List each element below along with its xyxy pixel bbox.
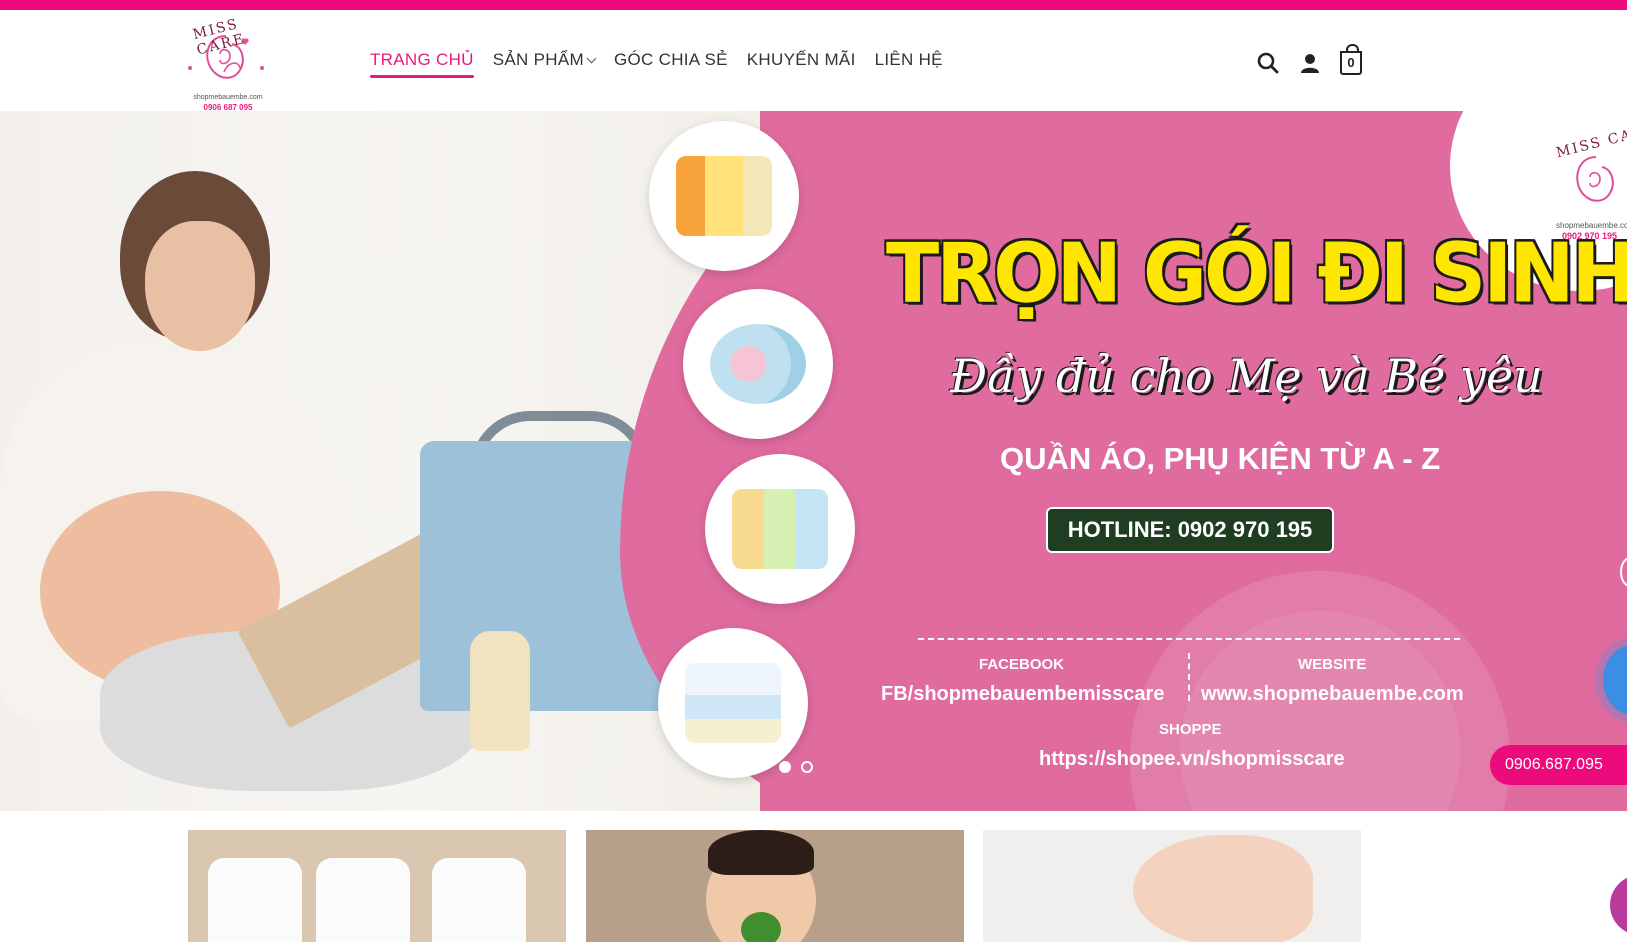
site-header: MISS CARE shopmebauembe.com 0906 687 095… bbox=[0, 10, 1627, 114]
shirt-image-2 bbox=[316, 858, 410, 942]
towels-image bbox=[732, 489, 828, 569]
user-icon bbox=[1301, 54, 1319, 73]
product-circle-clothes bbox=[658, 628, 808, 778]
clothes-image bbox=[685, 663, 781, 743]
shopee-label: SHOPPE bbox=[1159, 721, 1222, 738]
nav-item-contact[interactable]: LIÊN HỆ bbox=[875, 50, 943, 78]
cart-count: 0 bbox=[1347, 55, 1355, 70]
product-circle-bottles bbox=[649, 121, 799, 271]
hero-title: TRỌN GÓI ĐI SINH bbox=[886, 226, 1627, 322]
facebook-value: FB/shopmebauembemisscare bbox=[881, 683, 1165, 705]
shopee-value: https://shopee.vn/shopmisscare bbox=[1039, 748, 1345, 770]
bottles-image bbox=[676, 156, 772, 236]
site-logo[interactable]: MISS CARE shopmebauembe.com 0906 687 095 bbox=[184, 14, 268, 114]
category-card-baby[interactable] bbox=[586, 830, 964, 942]
nav-item-promotions[interactable]: KHUYẾN MÃI bbox=[747, 50, 856, 78]
chevron-down-icon bbox=[586, 53, 597, 64]
product-circle-towels bbox=[705, 454, 855, 604]
hotline-badge: HOTLINE: 0902 970 195 bbox=[1046, 507, 1334, 553]
baby-hair-image bbox=[708, 830, 814, 875]
shirt-image-3 bbox=[432, 858, 526, 942]
slider-dots bbox=[779, 761, 813, 773]
slider-next-arrow[interactable] bbox=[1620, 557, 1627, 587]
socks-image bbox=[710, 324, 806, 404]
account-button[interactable] bbox=[1298, 51, 1322, 75]
hero-slider: MISS CARE shopmebauembe.com 0902 970 195… bbox=[0, 111, 1627, 811]
main-nav: TRANG CHỦ SẢN PHẨM GÓC CHIA SẺ KHUYẾN MÃ… bbox=[370, 50, 962, 78]
cart-button[interactable]: 0 bbox=[1340, 44, 1362, 75]
hero-subtitle: Đầy đủ cho Mẹ và Bé yêu bbox=[950, 349, 1543, 403]
shirt-image-1 bbox=[208, 858, 302, 942]
photo-woman-face bbox=[145, 221, 255, 351]
website-label: WEBSITE bbox=[1298, 656, 1367, 673]
badge-mother-icon bbox=[1576, 156, 1614, 202]
header-actions: 0 bbox=[1256, 44, 1362, 75]
product-circle-socks bbox=[683, 289, 833, 439]
category-card-shirts[interactable] bbox=[188, 830, 566, 942]
nav-item-home[interactable]: TRANG CHỦ bbox=[370, 50, 474, 78]
facebook-label: FACEBOOK bbox=[979, 656, 1065, 673]
nav-item-blog[interactable]: GÓC CHIA SẺ bbox=[614, 50, 728, 78]
floating-phone-button[interactable]: 0906.687.095 bbox=[1490, 745, 1627, 785]
slider-dot-2[interactable] bbox=[801, 761, 813, 773]
category-card-feet[interactable] bbox=[983, 830, 1361, 942]
chat-widget-button[interactable] bbox=[1610, 875, 1627, 935]
search-button[interactable] bbox=[1256, 51, 1280, 75]
hero-tagline: QUẦN ÁO, PHỤ KIỆN TỪ A - Z bbox=[1000, 441, 1441, 476]
baby-feet-image bbox=[1133, 835, 1313, 942]
broccoli-image bbox=[741, 912, 781, 942]
nav-item-products-label: SẢN PHẨM bbox=[492, 50, 584, 69]
website-value: www.shopmebauembe.com bbox=[1201, 683, 1464, 705]
photo-bottle bbox=[470, 631, 530, 751]
hero-vertical-divider bbox=[1188, 653, 1190, 701]
hero-divider bbox=[918, 638, 1460, 640]
search-icon bbox=[1257, 52, 1279, 74]
slider-dot-1[interactable] bbox=[779, 761, 791, 773]
logo-site-text: shopmebauembe.com bbox=[193, 94, 263, 101]
top-accent-bar bbox=[0, 0, 1627, 10]
nav-item-products[interactable]: SẢN PHẨM bbox=[492, 50, 597, 78]
